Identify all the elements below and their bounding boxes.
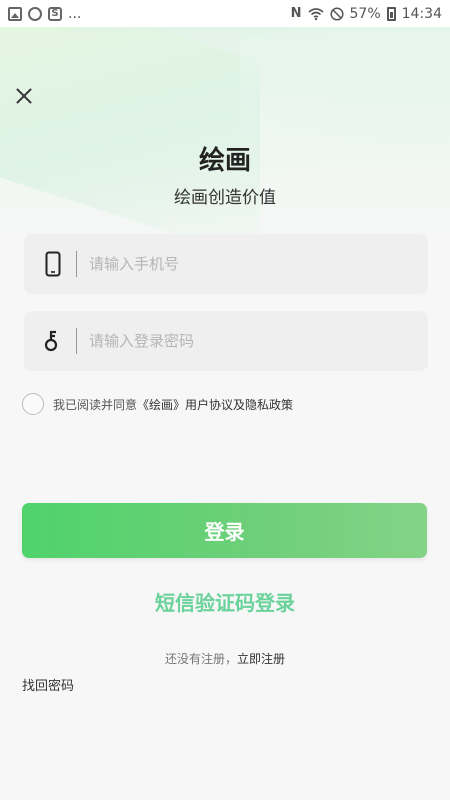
key-icon: [30, 329, 76, 353]
sms-login-link[interactable]: 短信验证码登录: [0, 587, 450, 616]
sync-notification-icon: [28, 6, 42, 21]
register-row: 还没有注册，立即注册: [0, 650, 450, 667]
login-button[interactable]: 登录: [22, 503, 427, 558]
agreement-row: 我已阅读并同意《绘画》用户协议及隐私政策: [22, 393, 293, 415]
app-subtitle: 绘画创造价值: [174, 188, 276, 208]
image-notification-icon: [8, 6, 22, 21]
register-link[interactable]: 立即注册: [237, 652, 285, 666]
agreement-text: 我已阅读并同意《绘画》用户协议及隐私政策: [53, 396, 293, 413]
clock: 14:34: [401, 5, 442, 22]
battery-icon: [386, 6, 396, 21]
forgot-password-link[interactable]: 找回密码: [22, 675, 74, 694]
status-bar-right: N 57% 14:34: [291, 6, 442, 22]
battery-percent: 57%: [349, 5, 381, 22]
wifi-icon: [307, 7, 324, 20]
more-notifications-dots: ...: [68, 5, 82, 22]
field-divider: [76, 251, 77, 277]
do-not-disturb-icon: [329, 6, 344, 21]
policy-link[interactable]: 《绘画》用户协议及隐私政策: [137, 398, 293, 412]
field-divider: [76, 328, 77, 354]
phone-icon: [30, 251, 76, 277]
agreement-prefix: 我已阅读并同意: [53, 397, 138, 412]
register-prompt: 还没有注册，: [164, 652, 237, 666]
agreement-checkbox[interactable]: [22, 393, 44, 415]
status-bar-left: S ...: [8, 6, 81, 22]
close-icon[interactable]: [12, 84, 36, 108]
password-input[interactable]: [89, 332, 389, 350]
phone-input[interactable]: [89, 255, 389, 273]
password-field[interactable]: [24, 311, 428, 371]
nfc-icon: N: [290, 6, 302, 21]
phone-field[interactable]: [24, 234, 428, 294]
login-screen: S ... N 57% 14:34 绘画 绘画创造价值 请输入手机号 我已阅读并…: [0, 0, 450, 800]
s-app-notification-icon: S: [48, 6, 62, 21]
status-bar: S ... N 57% 14:34: [0, 0, 450, 27]
app-title: 绘画: [198, 146, 251, 176]
